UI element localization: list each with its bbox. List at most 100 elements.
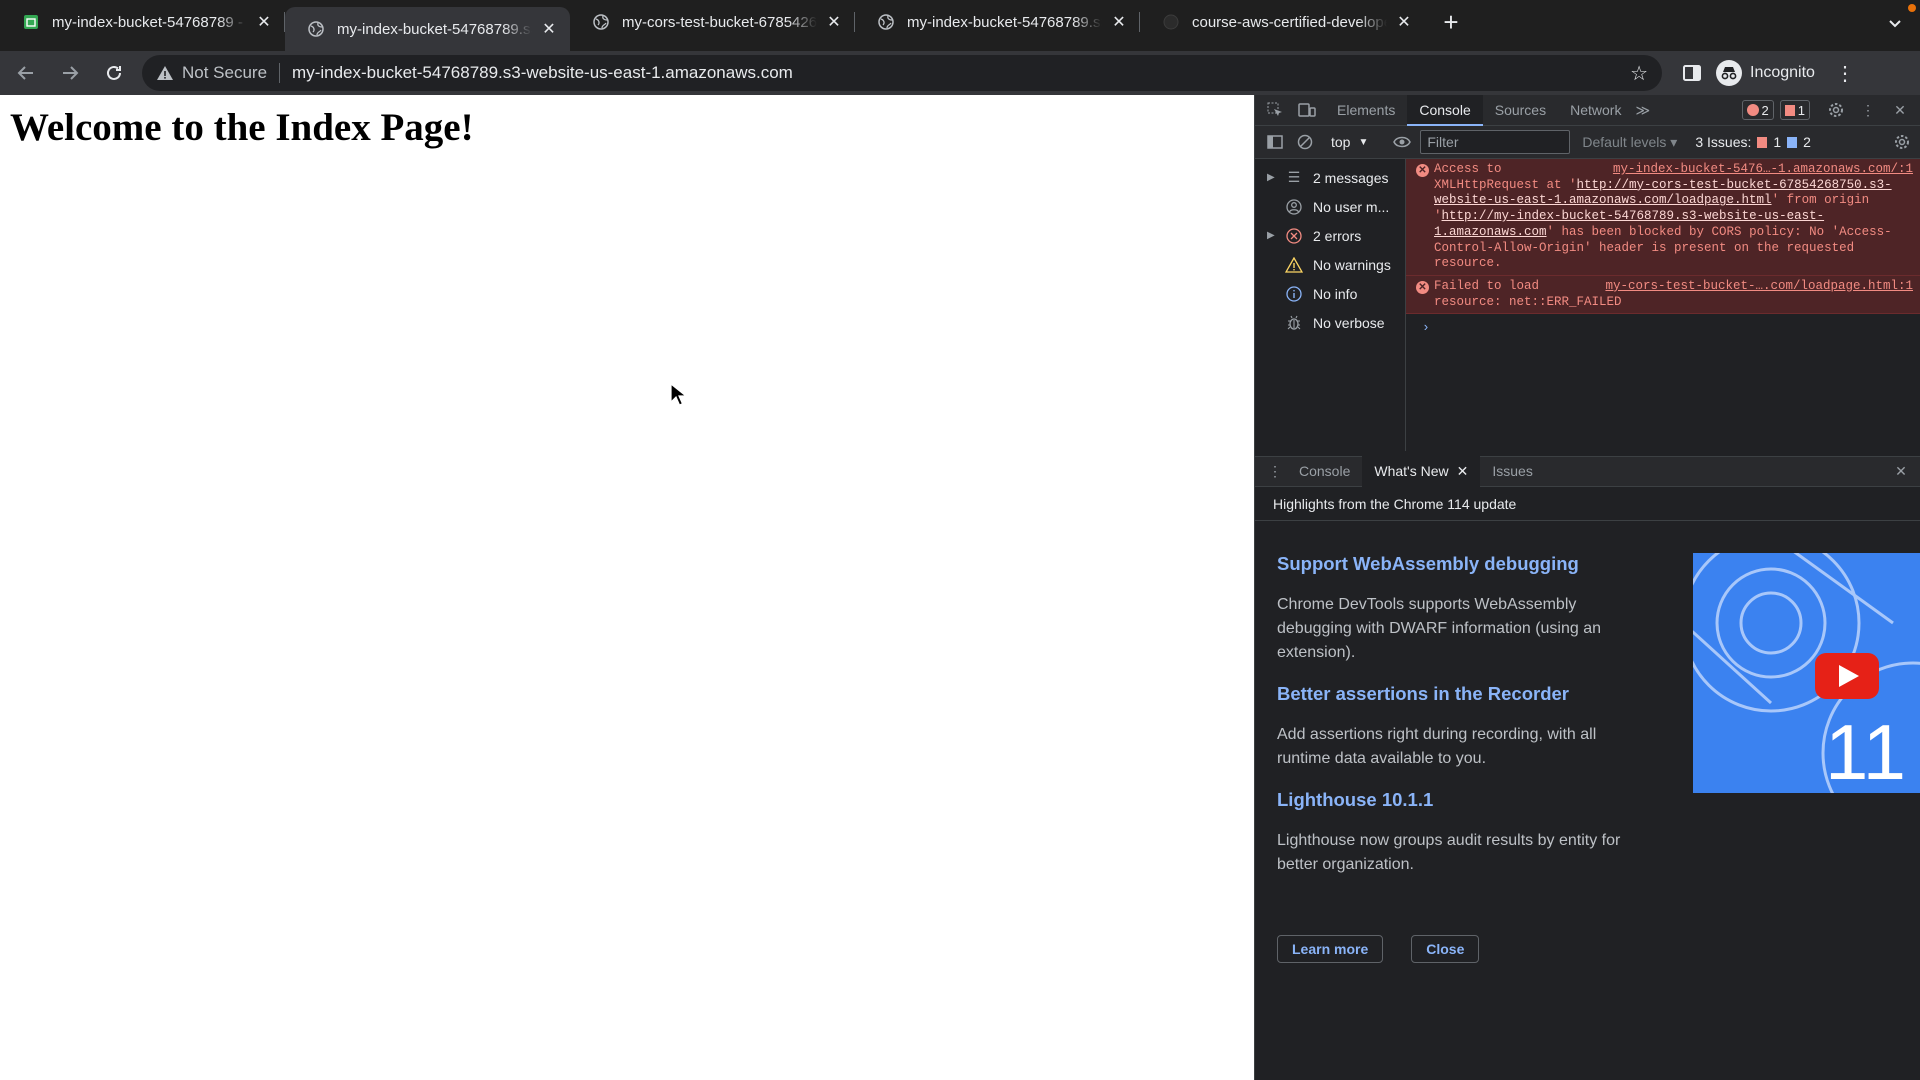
console-body: ▶ ☰ 2 messages No user m... ▶ 2 errors N… bbox=[1255, 159, 1920, 451]
drawer-tab-console[interactable]: Console bbox=[1287, 456, 1362, 487]
console-error-message: ✕ my-cors-test-bucket-….com/loadpage.htm… bbox=[1406, 275, 1920, 315]
close-button[interactable]: Close bbox=[1411, 935, 1480, 963]
feature-heading-link[interactable]: Lighthouse 10.1.1 bbox=[1277, 789, 1637, 811]
context-selector[interactable]: top ▼ bbox=[1323, 134, 1376, 150]
sidebar-item-label: No warnings bbox=[1313, 256, 1391, 273]
side-panel-icon[interactable] bbox=[1682, 63, 1702, 83]
close-tab-icon[interactable]: ✕ bbox=[540, 20, 558, 38]
forward-button[interactable] bbox=[52, 55, 88, 91]
tab-network[interactable]: Network bbox=[1558, 95, 1633, 126]
browser-tab-1[interactable]: my-index-bucket-54768789 - ✕ bbox=[0, 0, 285, 44]
close-tab-icon[interactable]: ✕ bbox=[1395, 13, 1413, 31]
message-text: Access to XMLHttpRequest at ' bbox=[1434, 162, 1577, 192]
drawer-tab-bar: ⋮ Console What's New ✕ Issues ✕ bbox=[1255, 456, 1920, 487]
console-toolbar: top ▼ Filter Default levels ▾ 3 Issues: … bbox=[1255, 126, 1920, 159]
more-tabs-chevron-icon[interactable]: ≫ bbox=[1635, 102, 1650, 119]
sidebar-item-info[interactable]: No info bbox=[1255, 279, 1405, 308]
error-icon bbox=[1283, 227, 1305, 245]
close-drawer-icon[interactable]: ✕ bbox=[1889, 460, 1913, 484]
close-tab-icon[interactable]: ✕ bbox=[255, 13, 273, 31]
sidebar-item-errors[interactable]: ▶ 2 errors bbox=[1255, 221, 1405, 250]
url-text[interactable]: my-index-bucket-54768789.s3-website-us-e… bbox=[292, 63, 1630, 83]
console-prompt[interactable]: › bbox=[1406, 314, 1920, 335]
console-error-message: ✕ my-index-bucket-5476…-1.amazonaws.com/… bbox=[1406, 159, 1920, 276]
bug-icon bbox=[1283, 314, 1305, 332]
reload-button[interactable] bbox=[96, 55, 132, 91]
incognito-profile-button[interactable]: Incognito bbox=[1716, 60, 1815, 86]
tab-title: course-aws-certified-develope bbox=[1192, 13, 1387, 31]
close-devtools-icon[interactable]: ✕ bbox=[1888, 98, 1912, 122]
devtools-tab-bar: Elements Console Sources Network ≫ 2 1 ⋮… bbox=[1255, 94, 1920, 126]
drawer-tab-whats-new[interactable]: What's New ✕ bbox=[1362, 456, 1481, 487]
sidebar-item-verbose[interactable]: No verbose bbox=[1255, 308, 1405, 337]
warning-triangle-icon[interactable] bbox=[156, 64, 174, 82]
sidebar-item-warnings[interactable]: No warnings bbox=[1255, 250, 1405, 279]
sidebar-item-user-messages[interactable]: No user m... bbox=[1255, 192, 1405, 221]
browser-menu-icon[interactable]: ⋮ bbox=[1835, 61, 1855, 86]
close-tab-icon[interactable]: ✕ bbox=[1110, 13, 1128, 31]
expand-arrow-icon[interactable]: ▶ bbox=[1267, 172, 1279, 183]
error-count-badge[interactable]: 2 bbox=[1741, 100, 1774, 120]
tab-console[interactable]: Console bbox=[1407, 94, 1483, 126]
issue-count: 1 bbox=[1797, 102, 1805, 118]
inspect-element-icon[interactable] bbox=[1263, 98, 1287, 122]
drawer-tab-label: What's New bbox=[1374, 463, 1449, 479]
user-icon bbox=[1283, 198, 1305, 216]
browser-toolbar: Not Secure my-index-bucket-54768789.s3-w… bbox=[0, 51, 1920, 95]
browser-tab-5[interactable]: course-aws-certified-develope ✕ bbox=[1140, 0, 1425, 44]
message-source-link[interactable]: my-cors-test-bucket-….com/loadpage.html:… bbox=[1605, 279, 1913, 295]
tab-search-chevron-icon[interactable] bbox=[1888, 16, 1902, 32]
drawer-menu-icon[interactable]: ⋮ bbox=[1263, 460, 1287, 484]
issue-count-badge[interactable]: 1 bbox=[1779, 100, 1810, 120]
sidebar-item-label: 2 errors bbox=[1313, 227, 1362, 244]
settings-gear-icon[interactable] bbox=[1824, 98, 1848, 122]
sidebar-item-messages[interactable]: ▶ ☰ 2 messages bbox=[1255, 163, 1405, 192]
omnibox-separator bbox=[279, 63, 281, 83]
issue-flag-icon bbox=[1784, 104, 1795, 116]
live-expression-eye-icon[interactable] bbox=[1390, 130, 1414, 154]
sidebar-item-label: No info bbox=[1313, 285, 1358, 302]
incognito-label: Incognito bbox=[1750, 64, 1815, 81]
issues-counter[interactable]: 3 Issues: 1 2 bbox=[1695, 134, 1811, 150]
bookmark-star-icon[interactable]: ☆ bbox=[1630, 61, 1648, 86]
browser-tab-2[interactable]: my-index-bucket-54768789.s3 ✕ bbox=[285, 7, 570, 51]
sidebar-item-label: No user m... bbox=[1313, 198, 1390, 215]
incognito-icon bbox=[1716, 60, 1742, 86]
tab-sources[interactable]: Sources bbox=[1483, 95, 1558, 126]
close-drawer-tab-icon[interactable]: ✕ bbox=[1457, 456, 1469, 487]
tab-elements[interactable]: Elements bbox=[1325, 95, 1407, 126]
web-page-content: Welcome to the Index Page! bbox=[0, 95, 1254, 1080]
browser-tab-3[interactable]: my-cors-test-bucket-67854268 ✕ bbox=[570, 0, 855, 44]
recording-indicator bbox=[1908, 4, 1916, 12]
log-levels-dropdown[interactable]: Default levels ▾ bbox=[1582, 134, 1677, 151]
feature-description: Chrome DevTools supports WebAssembly deb… bbox=[1277, 596, 1602, 661]
sheet-favicon-icon bbox=[22, 13, 40, 31]
red-issue-flag-icon bbox=[1757, 136, 1768, 148]
error-icon: ✕ bbox=[1416, 164, 1429, 177]
drawer-tab-label: Console bbox=[1299, 463, 1351, 479]
not-secure-label[interactable]: Not Secure bbox=[182, 63, 267, 83]
feature-heading-link[interactable]: Support WebAssembly debugging bbox=[1277, 553, 1637, 575]
error-icon bbox=[1746, 104, 1759, 116]
new-tab-button[interactable]: + bbox=[1433, 4, 1469, 40]
back-button[interactable] bbox=[8, 55, 44, 91]
blue-issue-flag-icon bbox=[1787, 136, 1798, 148]
drawer-tab-issues[interactable]: Issues bbox=[1480, 456, 1544, 487]
expand-arrow-icon[interactable]: ▶ bbox=[1267, 230, 1279, 241]
whats-new-video-thumbnail[interactable]: 11 bbox=[1693, 553, 1920, 793]
console-settings-gear-icon[interactable] bbox=[1890, 130, 1914, 154]
device-toolbar-icon[interactable] bbox=[1295, 98, 1319, 122]
message-source-link[interactable]: my-index-bucket-5476…-1.amazonaws.com/:1 bbox=[1613, 162, 1913, 178]
learn-more-button[interactable]: Learn more bbox=[1277, 935, 1384, 963]
close-tab-icon[interactable]: ✕ bbox=[825, 13, 843, 31]
filter-input[interactable]: Filter bbox=[1420, 130, 1571, 154]
tab-title: my-index-bucket-54768789 - bbox=[52, 13, 243, 31]
devtools-menu-icon[interactable]: ⋮ bbox=[1856, 98, 1880, 122]
clear-console-icon[interactable] bbox=[1293, 130, 1317, 154]
globe-icon bbox=[307, 20, 325, 38]
address-bar[interactable]: Not Secure my-index-bucket-54768789.s3-w… bbox=[142, 55, 1662, 91]
browser-tab-4[interactable]: my-index-bucket-54768789.s3 ✕ bbox=[855, 0, 1140, 44]
globe-icon bbox=[877, 13, 895, 31]
sidebar-toggle-icon[interactable] bbox=[1263, 130, 1287, 154]
feature-heading-link[interactable]: Better assertions in the Recorder bbox=[1277, 683, 1637, 705]
